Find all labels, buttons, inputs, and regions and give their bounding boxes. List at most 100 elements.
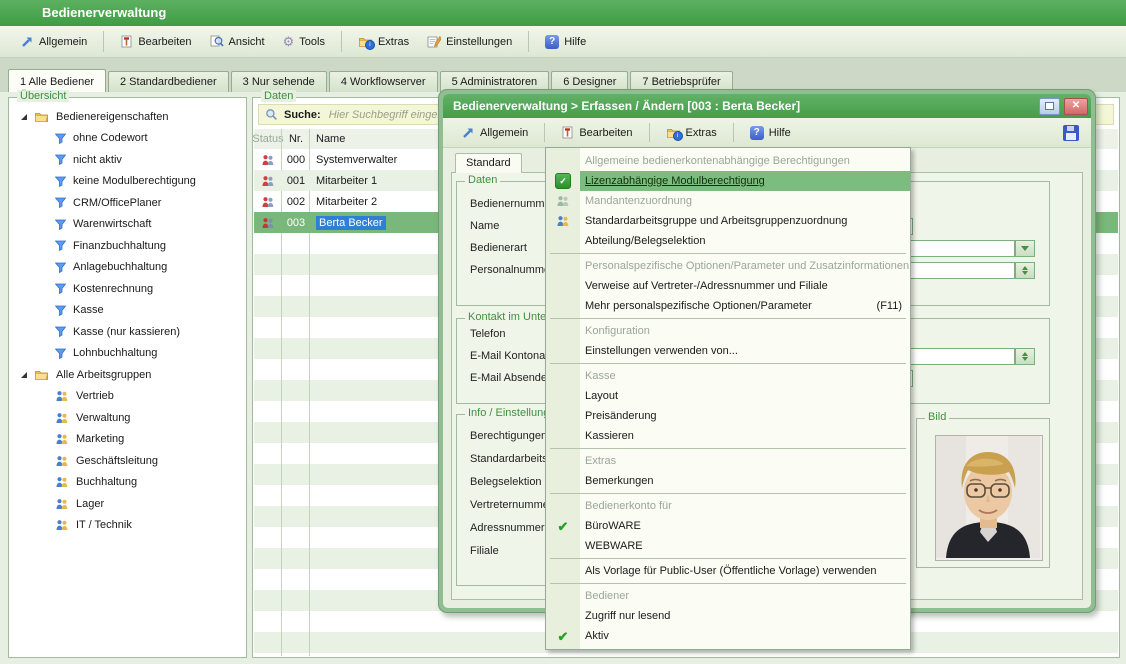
field-label: Berechtigungen bbox=[470, 430, 547, 442]
menu-item-standardarbeitsgruppe[interactable]: Standardarbeitsgruppe und Arbeitsgruppen… bbox=[546, 211, 910, 231]
filter-icon bbox=[55, 262, 66, 273]
column-header-nr[interactable]: Nr. bbox=[282, 133, 310, 145]
tab-workflowserver[interactable]: 4 Workflowserver bbox=[329, 71, 438, 92]
tab-alle-bediener[interactable]: 1 Alle Bediener bbox=[8, 69, 106, 92]
menubar-separator bbox=[544, 123, 545, 142]
menu-item-layout[interactable]: Layout bbox=[546, 386, 910, 406]
field-label: Vertreternummer bbox=[470, 499, 553, 511]
filter-icon bbox=[55, 348, 66, 359]
people-gray-icon bbox=[556, 195, 570, 207]
menu-tools-label: Tools bbox=[299, 36, 325, 48]
people-icon bbox=[55, 519, 69, 531]
menubar-separator bbox=[733, 123, 734, 142]
dialog-menubar: Allgemein Bearbeiten i Extras ? Hilfe bbox=[443, 118, 1091, 148]
menu-item-webware[interactable]: WEBWARE bbox=[546, 536, 910, 556]
menu-separator bbox=[550, 318, 906, 319]
menu-hilfe[interactable]: ? Hilfe bbox=[536, 31, 595, 53]
menu-item-aktiv[interactable]: ✔Aktiv bbox=[546, 626, 910, 646]
dialog-title: Bedienerverwaltung > Erfassen / Ändern [… bbox=[453, 94, 1039, 118]
help-icon: ? bbox=[750, 126, 764, 140]
dropdown-button[interactable] bbox=[1015, 240, 1035, 257]
menu-item-lizenz-modulberechtigung[interactable]: ✓ Lizenzabhängige Modulberechtigung bbox=[546, 171, 910, 191]
dialog-menu-hilfe[interactable]: ? Hilfe bbox=[741, 122, 800, 144]
tab-standard[interactable]: Standard bbox=[455, 153, 522, 173]
hammer-page-icon bbox=[561, 126, 574, 139]
overview-panel-title: Übersicht bbox=[17, 90, 69, 102]
operator-photo bbox=[935, 435, 1043, 561]
tree-item-group[interactable]: Vertrieb bbox=[55, 386, 246, 408]
tab-standardbediener[interactable]: 2 Standardbediener bbox=[108, 71, 229, 92]
spinner-button[interactable] bbox=[1015, 348, 1035, 365]
tab-nur-sehende[interactable]: 3 Nur sehende bbox=[231, 71, 327, 92]
dialog-menu-extras[interactable]: i Extras bbox=[657, 123, 726, 143]
tree-item-bedienereigenschaften[interactable]: Bedienereigenschaften bbox=[21, 106, 246, 128]
tree-item-filter[interactable]: nicht aktiv bbox=[55, 149, 246, 171]
check-icon: ✔ bbox=[558, 520, 569, 533]
menu-item-abteilung-belegselektion[interactable]: Abteilung/Belegselektion bbox=[546, 231, 910, 251]
tree-item-group[interactable]: Lager bbox=[55, 493, 246, 515]
menu-item-buroware[interactable]: ✔BüroWARE bbox=[546, 516, 910, 536]
field-label: Bedienerart bbox=[470, 242, 527, 254]
overview-panel: Übersicht Bedienereigenschaften ohne Cod… bbox=[8, 97, 247, 658]
tree-item-filter[interactable]: Kasse bbox=[55, 300, 246, 322]
menu-separator bbox=[550, 448, 906, 449]
tree-item-alle-arbeitsgruppen[interactable]: Alle Arbeitsgruppen bbox=[21, 364, 246, 386]
tree-item-filter[interactable]: Kasse (nur kassieren) bbox=[55, 321, 246, 343]
filter-icon bbox=[55, 240, 66, 251]
field-label: Name bbox=[470, 220, 499, 232]
folder-icon bbox=[34, 369, 49, 381]
menu-section-header: Bediener bbox=[546, 586, 910, 606]
close-button[interactable]: ✕ bbox=[1064, 98, 1088, 115]
group-bild-title: Bild bbox=[925, 411, 949, 423]
menubar-separator bbox=[103, 31, 104, 52]
dialog-menu-bearbeiten[interactable]: Bearbeiten bbox=[552, 122, 641, 143]
tree-item-filter[interactable]: Finanzbuchhaltung bbox=[55, 235, 246, 257]
expand-arrow-icon[interactable] bbox=[21, 114, 27, 120]
filter-icon bbox=[55, 197, 66, 208]
tree-item-filter[interactable]: Lohnbuchhaltung bbox=[55, 343, 246, 365]
menu-item-preisaenderung[interactable]: Preisänderung bbox=[546, 406, 910, 426]
menu-item-mandantenzuordnung: Mandantenzuordnung bbox=[546, 191, 910, 211]
tree-item-filter[interactable]: ohne Codewort bbox=[55, 128, 246, 150]
tree-item-group[interactable]: Geschäftsleitung bbox=[55, 450, 246, 472]
tree-item-group[interactable]: Buchhaltung bbox=[55, 472, 246, 494]
restore-button[interactable] bbox=[1039, 98, 1060, 115]
menu-section-header: Konfiguration bbox=[546, 321, 910, 341]
menu-extras[interactable]: i Extras bbox=[349, 32, 418, 52]
column-header-name[interactable]: Name bbox=[310, 133, 345, 145]
menu-bearbeiten[interactable]: Bearbeiten bbox=[111, 31, 200, 52]
menu-item-kassieren[interactable]: Kassieren bbox=[546, 426, 910, 446]
menu-separator bbox=[550, 493, 906, 494]
column-header-status[interactable]: Status bbox=[254, 133, 282, 145]
save-icon[interactable] bbox=[1063, 125, 1079, 141]
expand-arrow-icon[interactable] bbox=[21, 372, 27, 378]
tree-item-group[interactable]: Marketing bbox=[55, 429, 246, 451]
help-icon: ? bbox=[545, 35, 559, 49]
menu-item-bemerkungen[interactable]: Bemerkungen bbox=[546, 471, 910, 491]
tree-item-group[interactable]: IT / Technik bbox=[55, 515, 246, 537]
field-label: Bedienernummer bbox=[470, 198, 554, 210]
menu-ansicht[interactable]: Ansicht bbox=[201, 31, 274, 52]
tree-item-filter[interactable]: Warenwirtschaft bbox=[55, 214, 246, 236]
spinner-button[interactable] bbox=[1015, 262, 1035, 279]
people-icon bbox=[55, 455, 69, 467]
operator-status-icon bbox=[261, 196, 275, 208]
menu-tools[interactable]: ⚙ Tools bbox=[274, 31, 334, 52]
tree-item-filter[interactable]: Anlagebuchhaltung bbox=[55, 257, 246, 279]
menu-item-mehr-optionen[interactable]: Mehr personalspezifische Optionen/Parame… bbox=[546, 296, 910, 316]
menu-item-einstellungen-verwenden[interactable]: Einstellungen verwenden von... bbox=[546, 341, 910, 361]
menu-item-als-vorlage[interactable]: Als Vorlage für Public-User (Öffentliche… bbox=[546, 561, 910, 581]
window-title: Bedienerverwaltung bbox=[42, 5, 166, 20]
tree-item-filter[interactable]: CRM/OfficePlaner bbox=[55, 192, 246, 214]
tree-item-filter[interactable]: Kostenrechnung bbox=[55, 278, 246, 300]
menu-item-verweise[interactable]: Verweise auf Vertreter-/Adressnummer und… bbox=[546, 276, 910, 296]
menu-einstellungen[interactable]: Einstellungen bbox=[418, 31, 521, 52]
tree-item-group[interactable]: Verwaltung bbox=[55, 407, 246, 429]
group-bild: Bild bbox=[916, 418, 1050, 568]
people-icon bbox=[55, 433, 69, 445]
tree-item-filter[interactable]: keine Modulberechtigung bbox=[55, 171, 246, 193]
operator-status-icon bbox=[261, 154, 275, 166]
menu-allgemein[interactable]: Allgemein bbox=[12, 31, 96, 52]
menu-item-zugriff-nur-lesend[interactable]: Zugriff nur lesend bbox=[546, 606, 910, 626]
dialog-menu-allgemein[interactable]: Allgemein bbox=[453, 122, 537, 143]
